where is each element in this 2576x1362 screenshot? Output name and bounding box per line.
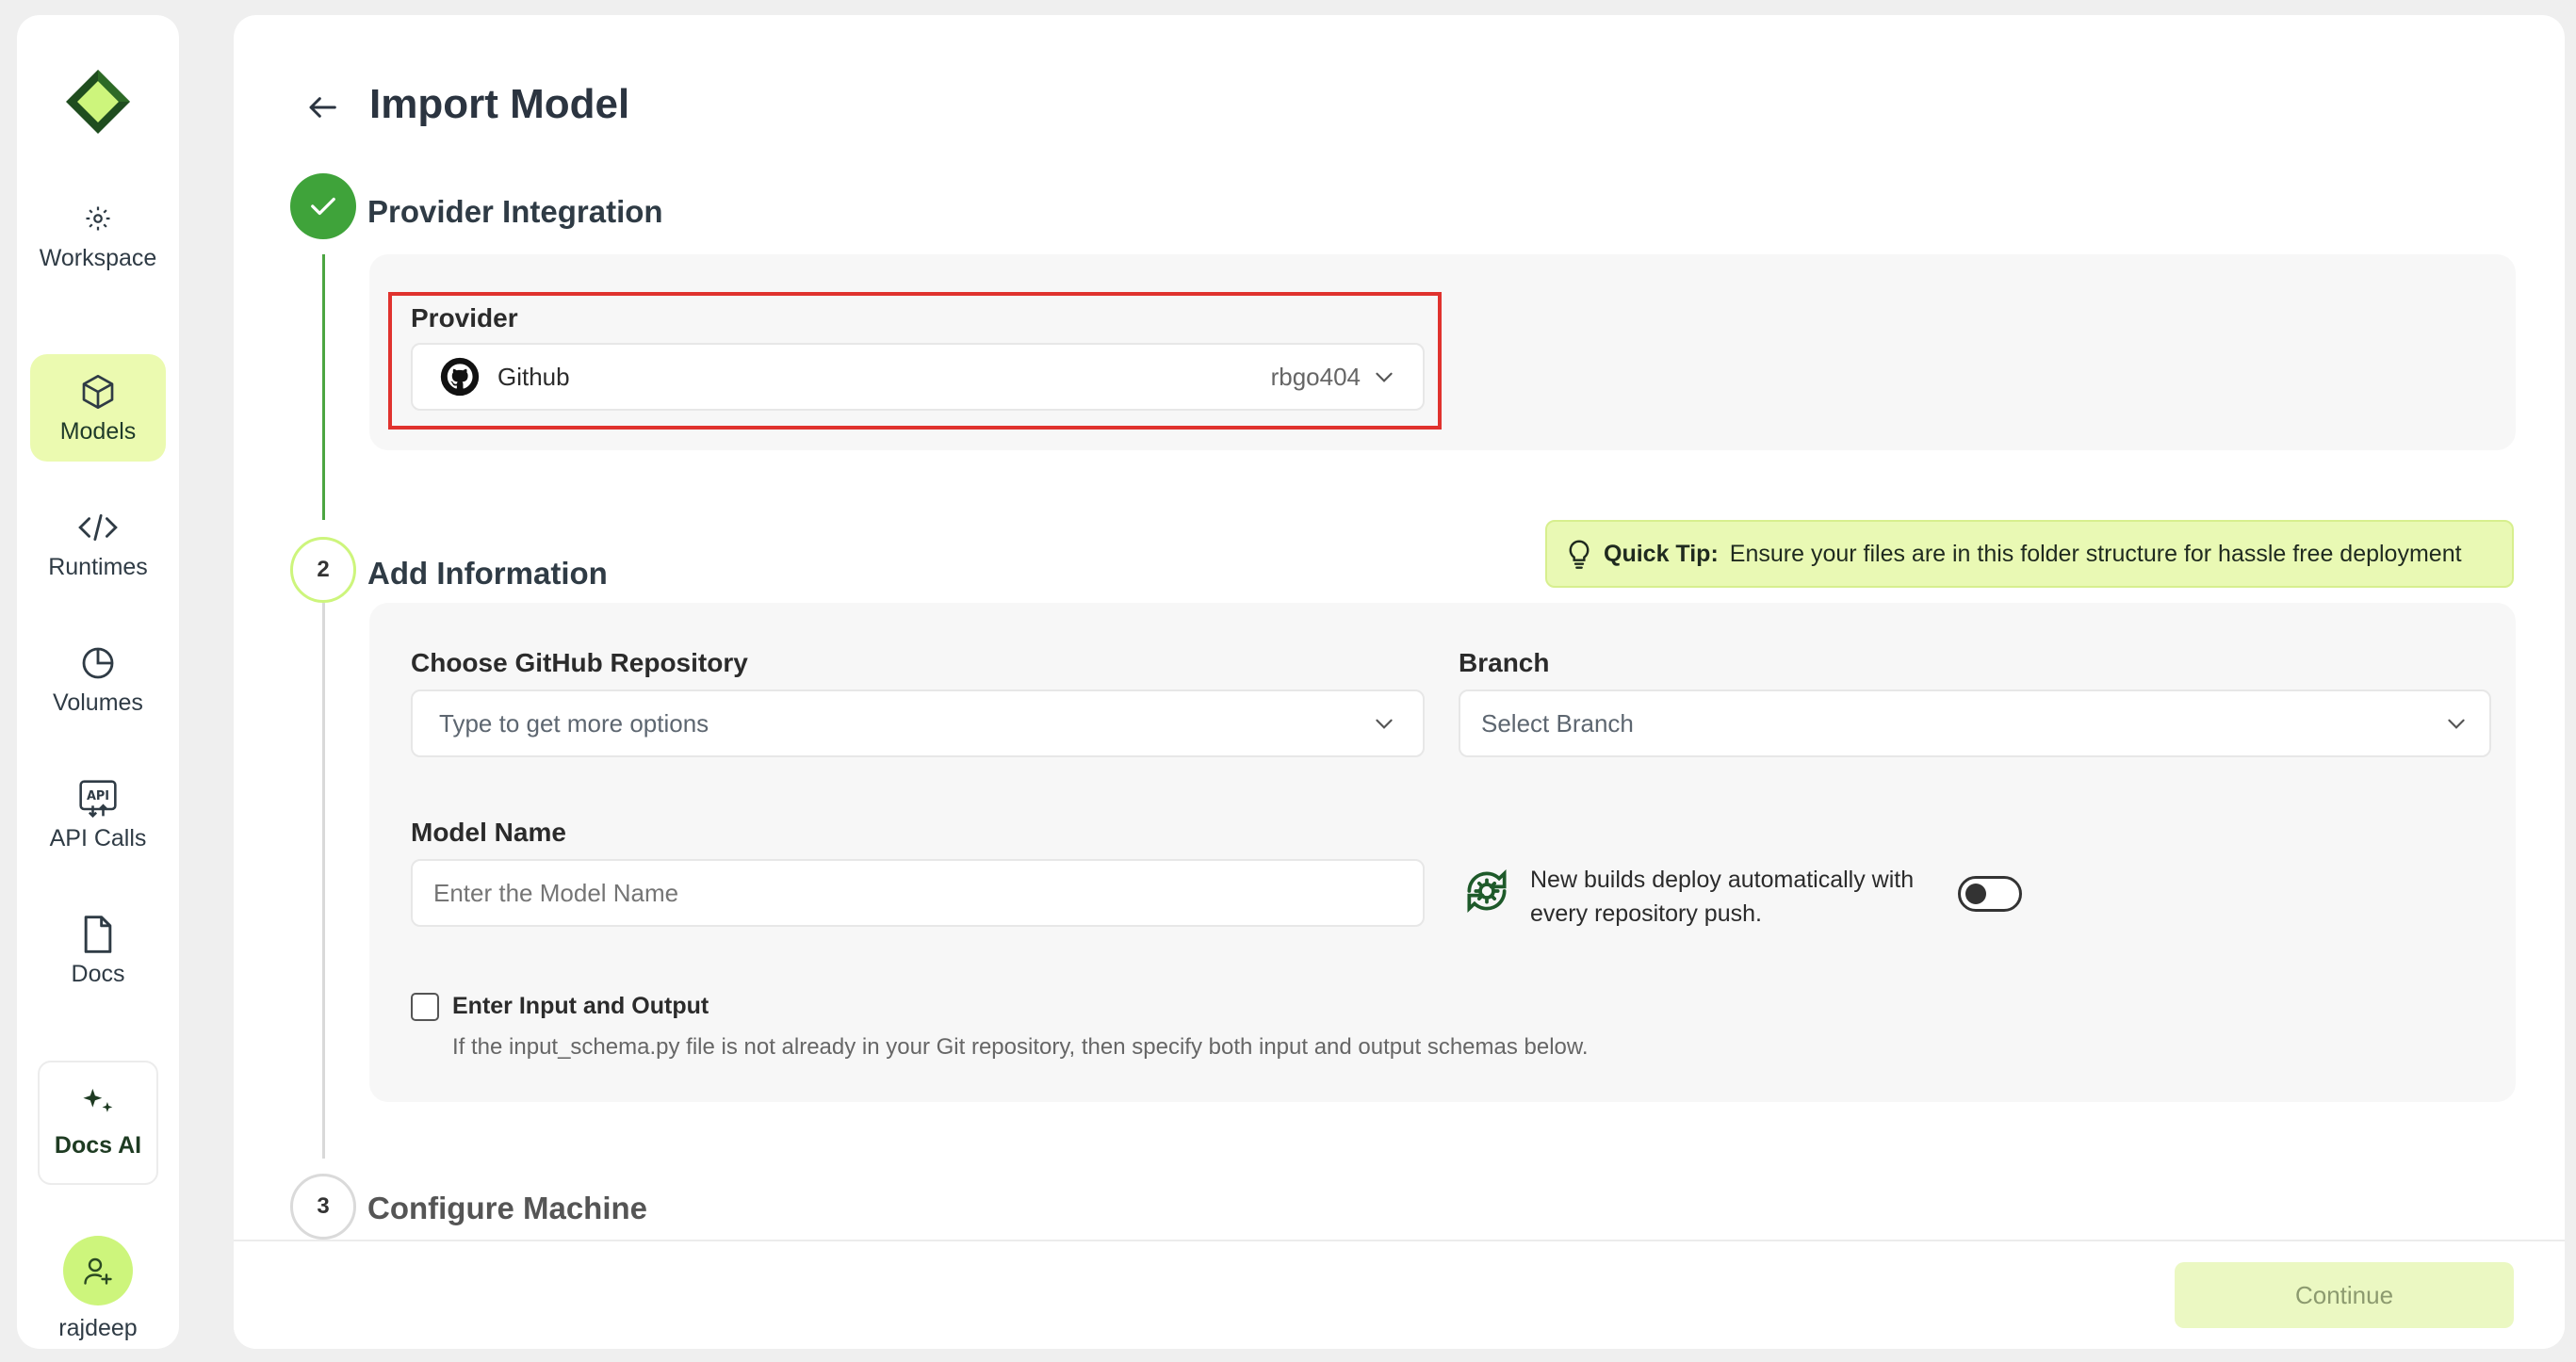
model-name-label: Model Name <box>411 818 566 847</box>
cube-icon <box>77 371 119 413</box>
document-icon <box>77 914 119 955</box>
repository-label: Choose GitHub Repository <box>411 648 748 677</box>
step-connector-complete <box>322 254 325 520</box>
app-logo-icon[interactable] <box>64 68 132 136</box>
branch-label: Branch <box>1459 648 1550 677</box>
sidebar-item-label: API Calls <box>49 824 147 851</box>
sidebar-item-runtimes[interactable]: Runtimes <box>30 490 166 597</box>
repository-placeholder: Type to get more options <box>439 708 709 738</box>
step-title-add-information: Add Information <box>367 556 608 591</box>
sidebar-item-label: Models <box>59 417 137 445</box>
sparkle-icon <box>79 1086 117 1123</box>
toggle-knob <box>1965 884 1986 904</box>
step-title-configure-machine: Configure Machine <box>367 1191 648 1225</box>
quick-tip-title: Quick Tip: <box>1604 540 1719 567</box>
step-1-complete <box>290 173 356 239</box>
pie-chart-icon <box>77 642 119 684</box>
arrow-left-icon <box>309 97 336 118</box>
repository-select[interactable]: Type to get more options <box>411 689 1425 757</box>
sidebar-item-volumes[interactable]: Volumes <box>30 625 166 733</box>
step-3-pending: 3 <box>290 1174 356 1240</box>
svg-text:API: API <box>87 788 109 803</box>
workspace-button[interactable]: Workspace <box>30 181 166 288</box>
code-icon <box>77 507 119 548</box>
github-icon <box>439 356 481 397</box>
branch-placeholder: Select Branch <box>1481 708 1634 738</box>
auto-deploy-icon <box>1460 865 1513 917</box>
sidebar-item-label: Volumes <box>53 689 143 716</box>
main-panel: Import Model Provider Integration Provid… <box>234 15 2565 1349</box>
provider-value: Github <box>497 362 570 391</box>
provider-label: Provider <box>411 303 518 332</box>
step-connector-pending <box>322 603 325 1159</box>
footer-bar: Continue <box>234 1240 2565 1349</box>
io-schema-checkbox[interactable] <box>411 993 439 1021</box>
chevron-down-icon <box>2448 719 2465 729</box>
provider-select[interactable]: Github rbgo404 <box>411 343 1425 411</box>
io-schema-help: If the input_schema.py file is not alrea… <box>452 1034 1589 1060</box>
sidebar: Workspace Models Runtimes Volumes API AP… <box>17 15 179 1349</box>
workspace-label: Workspace <box>39 244 157 271</box>
chevron-down-icon <box>1376 372 1393 382</box>
back-button[interactable] <box>302 87 343 128</box>
user-profile[interactable]: rajdeep <box>30 1236 166 1342</box>
avatar[interactable] <box>63 1236 133 1305</box>
io-schema-label[interactable]: Enter Input and Output <box>452 993 709 1020</box>
provider-account: rbgo404 <box>1270 362 1361 391</box>
quick-tip: Quick Tip: Ensure your files are in this… <box>1545 520 2514 588</box>
auto-deploy-text: New builds deploy automatically with eve… <box>1530 867 1915 927</box>
sidebar-item-label: Docs <box>71 960 125 987</box>
sidebar-item-docs[interactable]: Docs <box>30 897 166 1004</box>
docs-ai-label: Docs AI <box>54 1132 142 1159</box>
docs-ai-button[interactable]: Docs AI <box>38 1061 158 1185</box>
user-name: rajdeep <box>58 1315 138 1341</box>
auto-deploy-toggle[interactable] <box>1958 876 2022 912</box>
step-title-provider: Provider Integration <box>367 194 663 229</box>
page-title: Import Model <box>369 81 630 127</box>
branch-select[interactable]: Select Branch <box>1459 689 2491 757</box>
sidebar-item-api-calls[interactable]: API API Calls <box>30 761 166 868</box>
check-icon <box>311 197 335 216</box>
api-icon: API <box>77 778 119 819</box>
quick-tip-text: Ensure your files are in this folder str… <box>1729 540 2462 567</box>
gear-icon <box>77 198 119 239</box>
model-name-input[interactable] <box>411 859 1425 927</box>
sidebar-item-models[interactable]: Models <box>30 354 166 462</box>
lightbulb-icon <box>1566 539 1592 569</box>
sidebar-item-label: Runtimes <box>48 553 148 580</box>
step-2-active: 2 <box>290 537 356 603</box>
continue-button[interactable]: Continue <box>2175 1262 2514 1328</box>
chevron-down-icon <box>1376 719 1393 729</box>
